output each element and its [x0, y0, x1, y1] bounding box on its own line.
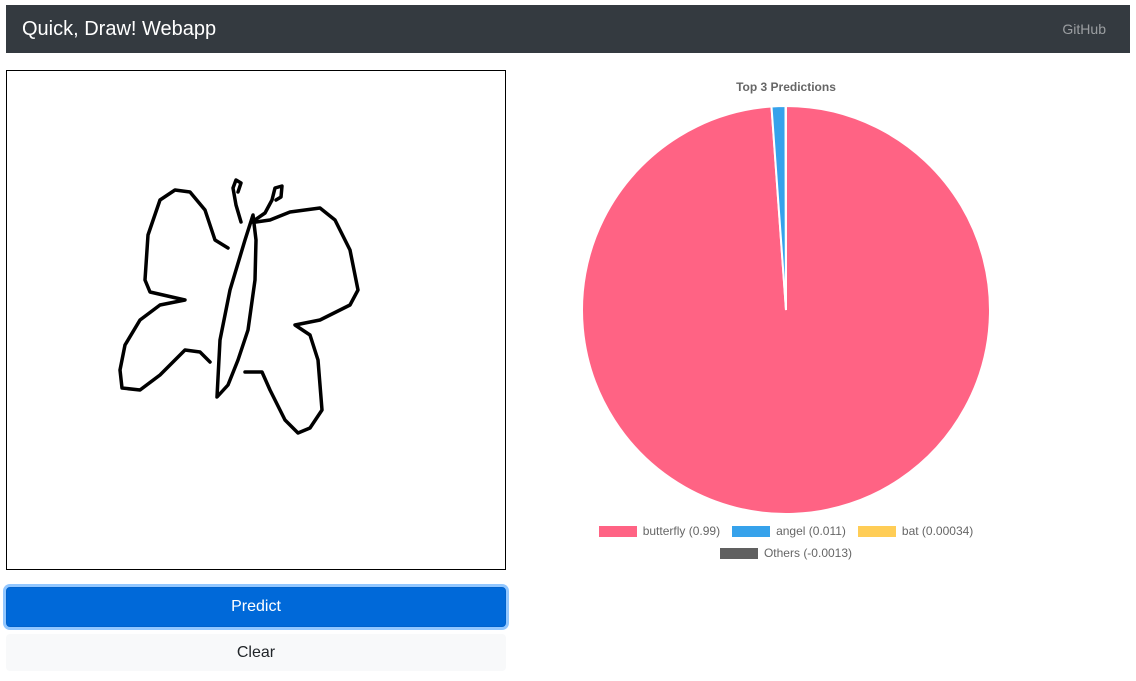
- legend-label: bat (0.00034): [901, 524, 974, 538]
- navbar: Quick, Draw! Webapp GitHub: [6, 5, 1130, 53]
- legend-item-angel[interactable]: angel (0.011): [732, 524, 846, 538]
- legend-label: butterfly (0.99): [642, 524, 721, 538]
- chart-title: Top 3 Predictions: [736, 80, 836, 94]
- navbar-brand[interactable]: Quick, Draw! Webapp: [22, 18, 216, 41]
- legend-row-1: butterfly (0.99) angel (0.011) bat (0.00…: [586, 524, 986, 538]
- legend-swatch: [598, 525, 637, 537]
- legend-label: angel (0.011): [776, 524, 846, 538]
- legend-item-bat[interactable]: bat (0.00034): [857, 524, 974, 538]
- drawing-canvas[interactable]: [6, 70, 506, 570]
- clear-button[interactable]: Clear: [6, 634, 506, 671]
- legend-row-2: Others (-0.0013): [586, 546, 986, 560]
- pie-chart: [581, 104, 991, 515]
- legend-swatch: [857, 525, 896, 537]
- legend-swatch: [732, 525, 771, 537]
- predict-button[interactable]: Predict: [6, 587, 506, 627]
- github-link[interactable]: GitHub: [1062, 21, 1106, 37]
- legend-item-butterfly[interactable]: butterfly (0.99): [598, 524, 721, 538]
- legend-swatch: [719, 547, 758, 559]
- butterfly-drawing: [118, 178, 360, 435]
- legend-label: Others (-0.0013): [763, 546, 853, 560]
- legend-item-others[interactable]: Others (-0.0013): [719, 546, 853, 560]
